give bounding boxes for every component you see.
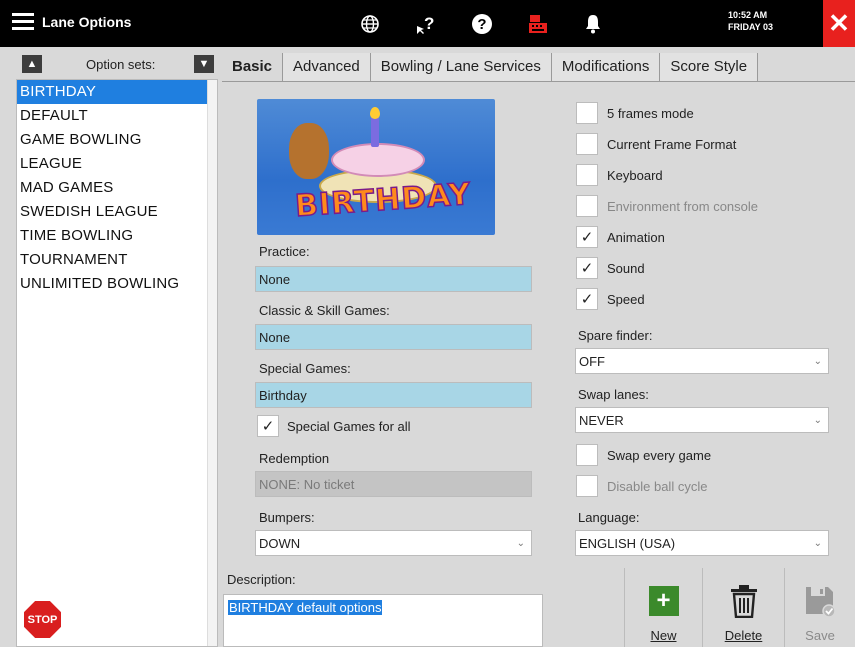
special-games-label: Special Games: <box>259 361 351 376</box>
classic-skill-field[interactable]: None <box>255 324 532 350</box>
delete-button[interactable]: Delete <box>702 568 784 647</box>
practice-field[interactable]: None <box>255 266 532 292</box>
bell-icon[interactable] <box>580 11 606 37</box>
description-text: BIRTHDAY default options <box>228 600 383 615</box>
chevron-down-icon: ⌄ <box>813 538 822 549</box>
list-item-game-bowling[interactable]: GAME BOWLING <box>17 128 217 152</box>
title-bar: Lane Options ? ? 10:52 AM FRIDAY 03 ✕ <box>0 0 855 47</box>
five-frames-label: 5 frames mode <box>607 106 694 121</box>
cash-register-icon[interactable] <box>525 11 551 37</box>
save-button[interactable]: Save <box>784 568 855 647</box>
close-icon[interactable]: ✕ <box>823 0 855 47</box>
swap-every-game-checkbox[interactable] <box>576 444 598 466</box>
swap-lanes-label: Swap lanes: <box>578 387 649 402</box>
chevron-down-icon: ⌄ <box>813 415 822 426</box>
practice-label: Practice: <box>259 244 310 259</box>
list-item-unlimited-bowling[interactable]: UNLIMITED BOWLING <box>17 272 217 296</box>
help-arrow-icon[interactable]: ? <box>413 11 439 37</box>
description-label: Description: <box>227 572 296 587</box>
app-title: Lane Options <box>42 14 132 30</box>
option-sets-list: BIRTHDAY DEFAULT GAME BOWLING LEAGUE MAD… <box>16 79 218 647</box>
option-sets-header: ▲ Option sets: ▼ <box>0 51 218 79</box>
globe-icon[interactable] <box>357 11 383 37</box>
bumpers-select[interactable]: DOWN ⌄ <box>255 530 532 556</box>
save-disk-icon <box>806 587 836 618</box>
clock-date: FRIDAY 03 <box>728 22 774 32</box>
speed-label: Speed <box>607 292 645 307</box>
save-label: Save <box>805 628 835 643</box>
chevron-down-icon[interactable]: ▼ <box>194 55 214 73</box>
description-textarea[interactable]: BIRTHDAY default options <box>223 594 543 647</box>
keyboard-label: Keyboard <box>607 168 663 183</box>
svg-text:?: ? <box>424 14 434 33</box>
sound-checkbox[interactable]: ✓ <box>576 257 598 279</box>
plus-icon: + <box>648 586 679 616</box>
redemption-label: Redemption <box>259 451 330 466</box>
chevron-up-icon[interactable]: ▲ <box>22 55 42 73</box>
language-label: Language: <box>578 510 640 525</box>
clock: 10:52 AM FRIDAY 03 <box>728 9 773 33</box>
tab-score-style[interactable]: Score Style <box>660 53 759 81</box>
list-item-mad-games[interactable]: MAD GAMES <box>17 176 217 200</box>
bumpers-value: DOWN <box>259 536 301 551</box>
animation-label: Animation <box>607 230 665 245</box>
tab-bowling-lane-services[interactable]: Bowling / Lane Services <box>370 53 552 81</box>
flame-icon <box>370 107 380 119</box>
redemption-field: NONE: No ticket <box>255 471 532 497</box>
chevron-down-icon: ⌄ <box>813 356 822 367</box>
list-item-swedish-league[interactable]: SWEDISH LEAGUE <box>17 200 217 224</box>
list-scrollbar[interactable] <box>207 80 217 646</box>
list-item-tournament[interactable]: TOURNAMENT <box>17 248 217 272</box>
clock-time: 10:52 AM <box>728 10 768 20</box>
trash-icon <box>730 585 757 618</box>
swap-every-game-label: Swap every game <box>607 448 712 463</box>
spare-finder-value: OFF <box>579 354 605 369</box>
question-icon[interactable]: ? <box>469 11 495 37</box>
swap-lanes-value: NEVER <box>579 413 624 428</box>
teddy-bear-icon <box>289 123 329 179</box>
language-select[interactable]: ENGLISH (USA) ⌄ <box>575 530 829 556</box>
tab-advanced[interactable]: Advanced <box>283 53 371 81</box>
menu-icon[interactable] <box>12 13 34 31</box>
delete-label: Delete <box>724 628 763 643</box>
swap-lanes-select[interactable]: NEVER ⌄ <box>575 407 829 433</box>
five-frames-checkbox[interactable] <box>576 102 598 124</box>
language-value: ENGLISH (USA) <box>579 536 676 551</box>
svg-text:?: ? <box>477 16 486 33</box>
special-games-field[interactable]: Birthday <box>255 382 532 408</box>
list-item-default[interactable]: DEFAULT <box>17 104 217 128</box>
list-item-league[interactable]: LEAGUE <box>17 152 217 176</box>
sound-label: Sound <box>607 261 645 276</box>
tab-modifications[interactable]: Modifications <box>551 53 661 81</box>
spare-finder-select[interactable]: OFF ⌄ <box>575 348 829 374</box>
tab-basic[interactable]: Basic <box>222 53 284 81</box>
chevron-down-icon: ⌄ <box>516 538 525 549</box>
new-label: New <box>650 628 677 643</box>
special-games-all-checkbox[interactable]: ✓ <box>257 415 279 437</box>
option-sets-label: Option sets: <box>86 57 156 72</box>
disable-ball-cycle-label: Disable ball cycle <box>607 479 708 494</box>
classic-skill-label: Classic & Skill Games: <box>259 303 390 318</box>
list-item-time-bowling[interactable]: TIME BOWLING <box>17 224 217 248</box>
current-frame-format-label: Current Frame Format <box>607 137 737 152</box>
new-button[interactable]: + New <box>624 568 702 647</box>
speed-checkbox[interactable]: ✓ <box>576 288 598 310</box>
animation-checkbox[interactable]: ✓ <box>576 226 598 248</box>
special-games-all-label: Special Games for all <box>287 419 411 434</box>
candle-icon <box>371 117 379 147</box>
bumpers-label: Bumpers: <box>259 510 315 525</box>
birthday-image: BIRTHDAY <box>257 99 495 235</box>
disable-ball-cycle-checkbox <box>576 475 598 497</box>
environment-label: Environment from console <box>607 199 759 214</box>
current-frame-format-checkbox[interactable] <box>576 133 598 155</box>
cake-icon <box>331 143 425 177</box>
tab-bar: Basic Advanced Bowling / Lane Services M… <box>222 53 759 81</box>
list-item-birthday[interactable]: BIRTHDAY <box>17 80 217 104</box>
spare-finder-label: Spare finder: <box>578 328 653 343</box>
keyboard-checkbox[interactable] <box>576 164 598 186</box>
environment-checkbox <box>576 195 598 217</box>
